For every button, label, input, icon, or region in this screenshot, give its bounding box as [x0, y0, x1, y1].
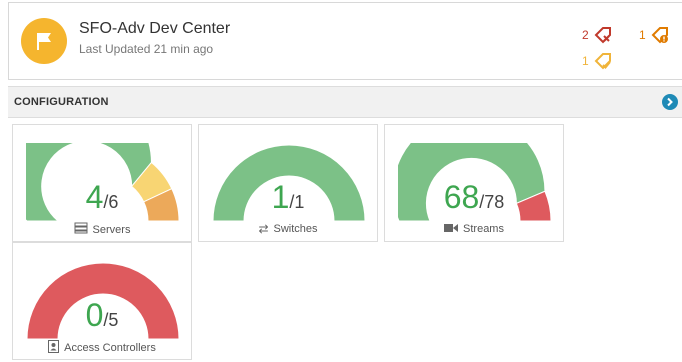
switches-card[interactable]: 1/1 ⇄ Switches	[198, 124, 378, 242]
server-icon	[74, 222, 88, 237]
alert-major-count: 1	[639, 28, 646, 42]
streams-value: 68	[443, 179, 480, 215]
arrows-icon: ⇄	[258, 222, 269, 236]
chevron-right-circle-icon[interactable]	[662, 94, 678, 110]
camera-icon	[444, 222, 459, 236]
alert-minor-count: 1	[582, 54, 589, 68]
servers-card[interactable]: 4/6 Servers	[12, 124, 192, 242]
tag-x-icon	[594, 27, 611, 44]
section-title: CONFIGURATION	[14, 96, 109, 108]
badge-icon	[48, 340, 60, 356]
last-updated: Last Updated 21 min ago	[79, 42, 214, 56]
tag-check-icon	[594, 53, 611, 70]
configuration-bar: CONFIGURATION	[8, 86, 682, 118]
flag-icon	[21, 18, 67, 64]
access-controllers-label: Access Controllers	[64, 342, 156, 354]
access-controllers-value: 0	[85, 297, 104, 333]
servers-label: Servers	[92, 223, 131, 236]
access-controllers-card[interactable]: 0/5 Access Controllers	[12, 242, 192, 360]
switches-total: /1	[289, 192, 305, 212]
alert-minor[interactable]: 1	[582, 51, 613, 71]
alert-major[interactable]: 1	[639, 25, 670, 45]
site-header: SFO-Adv Dev Center Last Updated 21 min a…	[8, 2, 682, 80]
streams-total: /78	[479, 192, 505, 212]
alert-critical-count: 2	[582, 28, 589, 42]
servers-total: /6	[103, 192, 119, 212]
tag-exclamation-icon	[651, 27, 668, 44]
site-name[interactable]: SFO-Adv Dev Center	[79, 20, 230, 38]
alert-critical[interactable]: 2	[582, 25, 613, 45]
access-controllers-total: /5	[103, 310, 119, 330]
streams-label: Streams	[463, 223, 504, 235]
switches-value: 1	[271, 179, 290, 215]
switches-label: Switches	[273, 223, 318, 235]
servers-value: 4	[85, 179, 104, 215]
streams-card[interactable]: 68/78 Streams	[384, 124, 564, 242]
